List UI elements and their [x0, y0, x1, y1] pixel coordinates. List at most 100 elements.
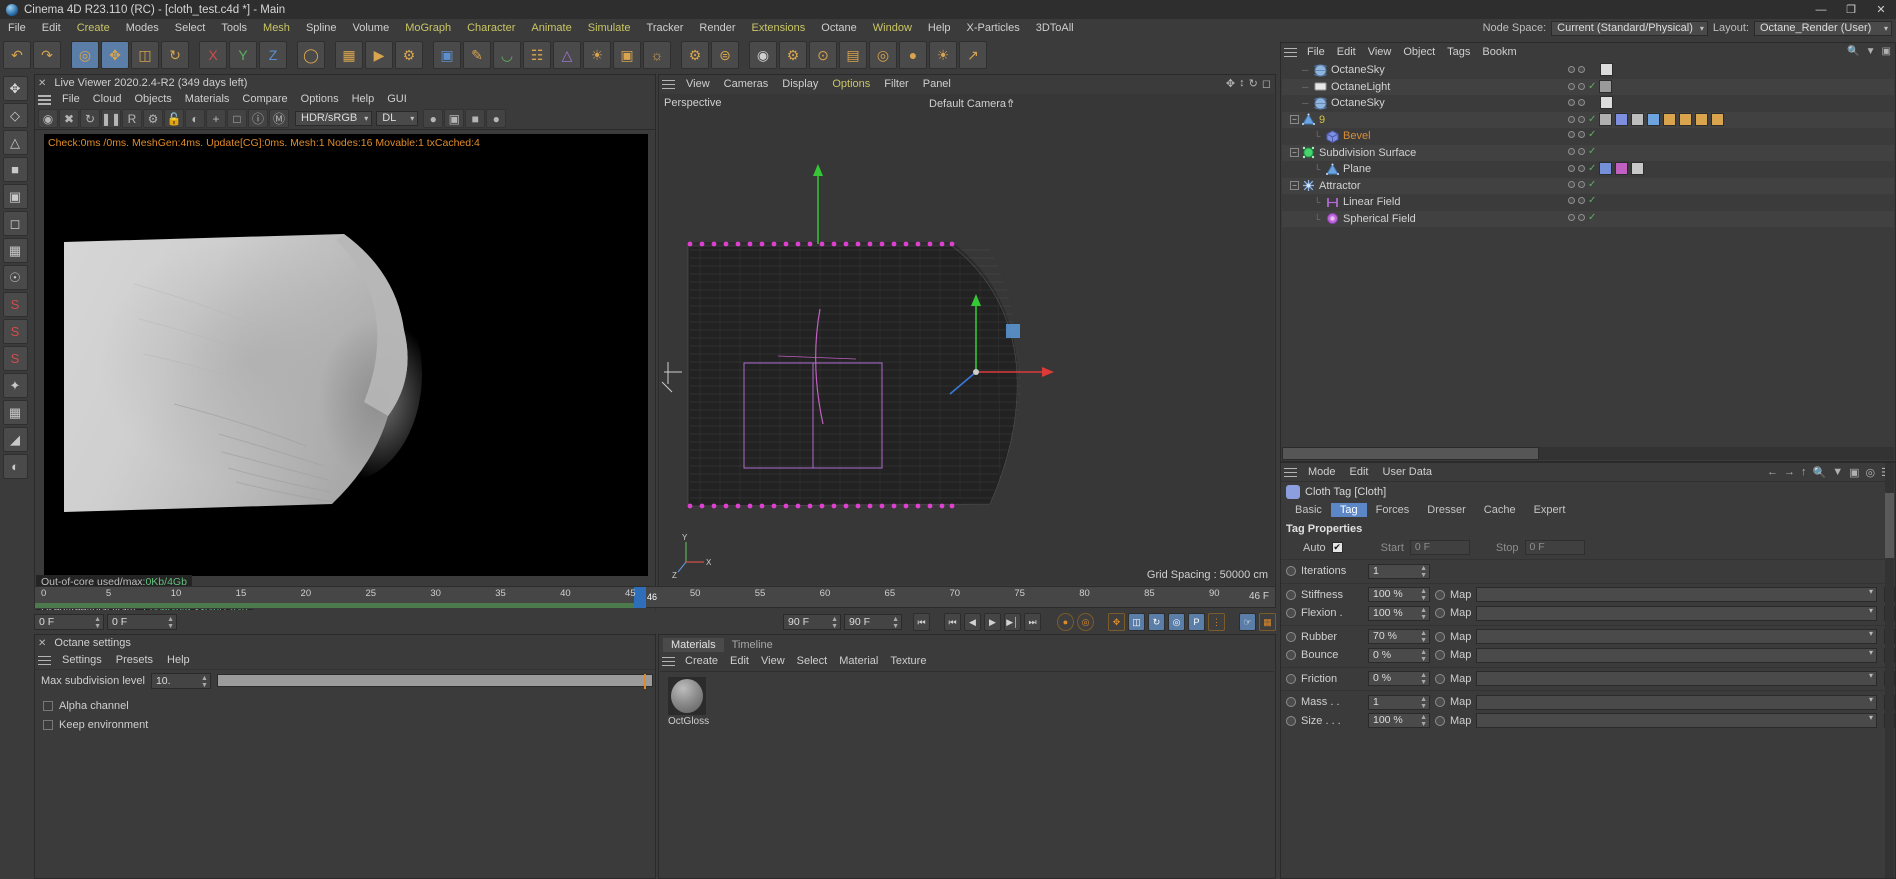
object-tag-icon[interactable] [1599, 79, 1613, 93]
property-animate-dot[interactable] [1286, 631, 1296, 642]
alpha-channel-row[interactable]: Alpha channel [35, 696, 655, 715]
viewport-solo-icon[interactable]: ✦ [2, 373, 28, 398]
attribute-tab-forces[interactable]: Forces [1367, 503, 1419, 517]
octane-settings-menu-settings[interactable]: Settings [55, 651, 109, 669]
minimize-button[interactable]: — [1806, 0, 1836, 19]
viewport-menu-filter[interactable]: Filter [877, 75, 915, 93]
property-value-field[interactable]: 0 % ▲ ▼ [1368, 647, 1430, 663]
octane-settings-close-icon[interactable]: ✕ [38, 638, 46, 649]
max-subdivision-field[interactable]: 10. ▲ ▼ [150, 672, 211, 689]
attribute-tab-basic[interactable]: Basic [1286, 503, 1331, 517]
property-animate-dot[interactable] [1286, 673, 1296, 684]
alpha-preview-icon[interactable]: ◐ [185, 109, 205, 128]
materials-menu-edit[interactable]: Edit [724, 652, 755, 670]
light-icon[interactable]: ☼ [643, 41, 671, 69]
previous-frame-button[interactable]: ◀ [964, 613, 981, 631]
viewport-maximize-icon[interactable]: ◻ [1262, 77, 1271, 90]
end-frame-field-a[interactable]: 90 F ▲ ▼ [783, 614, 841, 630]
keyframe-rotation-button[interactable]: ↻ [1148, 613, 1165, 631]
keep-environment-checkbox[interactable] [43, 719, 53, 730]
object-manager-menu-bookm[interactable]: Bookm [1476, 43, 1522, 61]
play-button[interactable]: ▶ [984, 613, 1001, 631]
visibility-editor-dot[interactable] [1568, 180, 1575, 188]
property-value-field[interactable]: 100 % ▲ ▼ [1368, 713, 1430, 729]
object-manager-menu-edit[interactable]: Edit [1331, 43, 1362, 61]
rotate-tool-icon[interactable]: ↻ [161, 41, 189, 69]
object-row[interactable]: └ Plane ✓ [1282, 161, 1894, 178]
map-field[interactable] [1476, 605, 1877, 621]
object-row[interactable]: ─ OctaneLight ✓ [1282, 78, 1894, 95]
menu-create[interactable]: Create [69, 19, 118, 37]
attribute-manager-scrollbar[interactable] [1885, 463, 1894, 878]
nurbs-icon[interactable]: ◡ [493, 41, 521, 69]
attribute-menu-mode[interactable]: Mode [1301, 463, 1343, 481]
materials-menu-select[interactable]: Select [791, 652, 834, 670]
map-animate-dot[interactable] [1435, 697, 1445, 708]
attribute-tab-tag[interactable]: Tag [1330, 502, 1367, 517]
z-axis-lock-icon[interactable]: Z [259, 41, 287, 69]
material-thumbnail[interactable] [668, 677, 706, 715]
visibility-editor-dot[interactable] [1568, 115, 1575, 123]
viewport-menu-panel[interactable]: Panel [916, 75, 958, 93]
camera-snapshot-icon[interactable]: ■ [465, 109, 486, 128]
materials-menu-view[interactable]: View [755, 652, 791, 670]
save-render-icon[interactable]: ▣ [444, 109, 465, 128]
stop-render-icon[interactable]: ✖ [59, 109, 79, 128]
object-enabled-check[interactable]: ✓ [1588, 212, 1596, 223]
object-pick-icon[interactable]: □ [227, 109, 247, 128]
object-tag-icon[interactable] [1695, 112, 1709, 126]
map-field[interactable] [1476, 713, 1877, 729]
materials-menu-texture[interactable]: Texture [884, 652, 932, 670]
object-row[interactable]: └ Bevel ✓ [1282, 128, 1894, 145]
scale-tool-icon[interactable]: ◫ [131, 41, 159, 69]
array-icon[interactable]: ☷ [523, 41, 551, 69]
pause-render-icon[interactable]: ❚❚ [101, 109, 121, 128]
restart-render-icon[interactable]: ↻ [80, 109, 100, 128]
menu-tracker[interactable]: Tracker [639, 19, 692, 37]
visibility-render-dot[interactable] [1578, 115, 1585, 123]
menu-help[interactable]: Help [920, 19, 959, 37]
go-to-end-button[interactable]: ⏭ [1024, 613, 1041, 631]
attr-search-icon[interactable]: 🔍 [1813, 466, 1827, 479]
workplane-icon[interactable]: ☉ [2, 265, 28, 290]
object-enabled-check[interactable]: ✓ [1588, 129, 1596, 140]
object-enabled-check[interactable]: ✓ [1588, 195, 1596, 206]
property-animate-dot[interactable] [1286, 566, 1296, 577]
subdivision-icon[interactable]: ◢ [2, 427, 28, 452]
object-tree[interactable]: ─ OctaneSky ─ OctaneLight ✓ ─ OctaneSky −9 ✓ └ Bev… [1282, 62, 1894, 445]
autokey-button[interactable]: ◎ [1077, 613, 1094, 631]
materials-tab-timeline[interactable]: Timeline [724, 638, 781, 652]
object-row[interactable]: └ Linear Field ✓ [1282, 194, 1894, 211]
visibility-editor-dot[interactable] [1568, 197, 1575, 204]
render-kernel-dropdown[interactable]: DL [376, 111, 419, 126]
map-animate-dot[interactable] [1435, 631, 1445, 642]
menu-mesh[interactable]: Mesh [255, 19, 298, 37]
object-enabled-check[interactable]: ✓ [1588, 146, 1596, 157]
map-animate-dot[interactable] [1435, 608, 1445, 619]
viewport-menu-cameras[interactable]: Cameras [717, 75, 776, 93]
object-manager-menu-tags[interactable]: Tags [1441, 43, 1476, 61]
colorspace-dropdown[interactable]: HDR/sRGB [295, 111, 373, 126]
property-animate-dot[interactable] [1286, 589, 1296, 600]
focus-picker-icon[interactable]: ⓘ [248, 109, 268, 128]
octane-settings-menu-help[interactable]: Help [160, 651, 197, 669]
record-keyframe-button[interactable]: ● [1057, 613, 1074, 631]
octane-settings-icon[interactable]: ⚙ [779, 41, 807, 69]
menu-octane[interactable]: Octane [813, 19, 864, 37]
move-tool-icon[interactable]: ✥ [101, 41, 129, 69]
live-viewer-menu-materials[interactable]: Materials [179, 91, 236, 108]
visibility-editor-dot[interactable] [1568, 66, 1575, 73]
menu-window[interactable]: Window [865, 19, 920, 37]
object-filter-icon[interactable]: ▼ [1866, 46, 1876, 57]
octane-camera-icon[interactable]: ◎ [869, 41, 897, 69]
layout-dropdown[interactable]: Octane_Render (User) [1754, 20, 1892, 36]
menu-tools[interactable]: Tools [213, 19, 255, 37]
edge-mode-icon[interactable]: △ [2, 130, 28, 155]
start-frame-field[interactable]: 0 F ▲ ▼ [107, 614, 177, 630]
timeline-ruler-panel[interactable]: 46 46 F 0 5 10 15 20 25 30 35 40 45 50 55 60 65 70 75 80… [34, 586, 1276, 609]
object-tag-icon[interactable] [1647, 112, 1661, 126]
render-to-picture-viewer-icon[interactable]: ▶ [365, 41, 393, 69]
timeline-ruler[interactable]: 46 46 F 0 5 10 15 20 25 30 35 40 45 50 55 60 65 70 75 80… [34, 586, 1276, 608]
map-field[interactable] [1476, 671, 1877, 687]
add-pass-icon[interactable]: + [206, 109, 226, 128]
